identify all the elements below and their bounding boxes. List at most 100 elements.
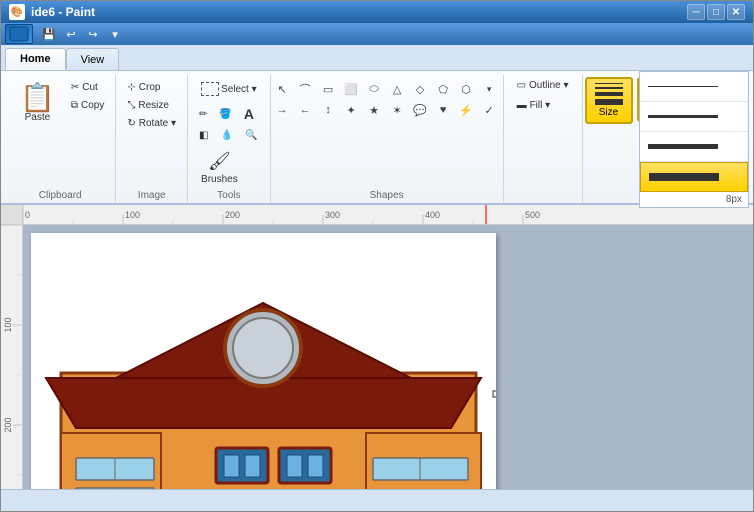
shape-star6[interactable]: ✶ xyxy=(387,100,407,120)
size-group: Size xyxy=(583,75,635,203)
tools-row: ✏ 🪣 A xyxy=(194,103,259,125)
resize-icon: ⤡ xyxy=(127,100,135,111)
size-line-5px xyxy=(648,144,718,149)
shape-round-rect[interactable]: ⬜ xyxy=(341,79,361,99)
tab-view[interactable]: View xyxy=(66,48,120,70)
tab-bar: Home View xyxy=(1,45,753,71)
shape-callout[interactable]: 💬 xyxy=(410,100,430,120)
clipboard-stack: ✂ Cut ⧉ Copy xyxy=(66,77,110,114)
eraser-button[interactable]: ◧ xyxy=(194,127,213,144)
title-text: ide6 - Paint xyxy=(31,5,95,19)
cut-icon: ✂ xyxy=(71,82,79,93)
save-button[interactable]: 💾 xyxy=(39,25,59,43)
drawing-svg xyxy=(31,233,496,489)
shape-star4[interactable]: ✦ xyxy=(341,100,361,120)
magnify-button[interactable]: 🔍 xyxy=(240,127,262,144)
shape-heart[interactable]: ♥ xyxy=(433,100,453,120)
shape-4arrow[interactable]: ↕ xyxy=(318,100,338,120)
shape-arrow-l[interactable]: ← xyxy=(295,100,315,120)
maximize-button[interactable]: □ xyxy=(707,4,725,20)
outlinefill-content: ▭ Outline ▾ ▬ Fill ▾ xyxy=(510,77,576,201)
paint-logo xyxy=(5,24,33,44)
size-line-8px xyxy=(649,173,719,181)
size-line-1px xyxy=(648,86,718,87)
shapes-label: Shapes xyxy=(370,190,404,203)
svg-text:100: 100 xyxy=(125,210,140,220)
close-button[interactable]: ✕ xyxy=(727,4,745,20)
undo-button[interactable]: ↩ xyxy=(61,25,81,43)
size-option-3px[interactable] xyxy=(640,102,748,132)
rotate-label: Rotate ▾ xyxy=(139,118,176,129)
select-icon xyxy=(201,82,219,96)
shape-diamond[interactable]: ◇ xyxy=(410,79,430,99)
outline-label: Outline ▾ xyxy=(529,80,568,91)
size-lines xyxy=(595,83,623,105)
tools-row2: ◧ 💧 🔍 xyxy=(194,127,262,144)
crop-icon: ⊹ xyxy=(127,82,135,93)
copy-button[interactable]: ⧉ Copy xyxy=(66,97,110,114)
fill-icon: ▬ xyxy=(517,100,527,111)
app-icon: 🎨 xyxy=(9,4,25,20)
shape-hexagon[interactable]: ⬡ xyxy=(456,79,476,99)
color-picker-button[interactable]: 💧 xyxy=(215,127,237,144)
shapes-content: ↖ ⌒ ▭ ⬜ ⬭ △ ◇ ⬠ ⬡ ▾ → ← ↕ ✦ ★ ✶ 💬 xyxy=(270,77,503,190)
redo-button[interactable]: ↪ xyxy=(83,25,103,43)
shape-check[interactable]: ✓ xyxy=(479,100,499,120)
select-button[interactable]: Select ▾ xyxy=(194,77,264,101)
title-controls: ─ □ ✕ xyxy=(687,4,745,20)
ribbon-group-tools: Select ▾ ✏ 🪣 A ◧ 💧 🔍 🖌 Brushes Tools xyxy=(188,75,271,203)
brushes-button[interactable]: 🖌 Brushes xyxy=(194,146,245,190)
crop-label: Crop xyxy=(139,82,161,93)
shape-arrow-r[interactable]: → xyxy=(272,100,292,120)
shape-star5[interactable]: ★ xyxy=(364,100,384,120)
pencil-button[interactable]: ✏ xyxy=(194,103,212,125)
rotate-icon: ↻ xyxy=(127,118,135,129)
fill-button[interactable]: ▬ Fill ▾ xyxy=(510,97,558,114)
image-content: ⊹ Crop ⤡ Resize ↻ Rotate ▾ xyxy=(122,77,181,190)
size-tooltip: 8px xyxy=(640,192,748,207)
rotate-button[interactable]: ↻ Rotate ▾ xyxy=(122,115,181,132)
shape-triangle[interactable]: △ xyxy=(387,79,407,99)
crop-button[interactable]: ⊹ Crop xyxy=(122,79,181,96)
brushes-icon: 🖌 xyxy=(208,151,231,172)
size-line-4 xyxy=(595,99,623,105)
paste-button[interactable]: 📋 Paste xyxy=(11,77,64,130)
shape-rect[interactable]: ▭ xyxy=(318,79,338,99)
resize-button[interactable]: ⤡ Resize xyxy=(122,97,181,114)
text-button[interactable]: A xyxy=(239,103,259,125)
ribbon: 📋 Paste ✂ Cut ⧉ Copy Clipboard xyxy=(1,71,753,205)
shape-curve[interactable]: ⌒ xyxy=(295,79,315,99)
size-line-1 xyxy=(595,83,623,84)
cut-button[interactable]: ✂ Cut xyxy=(66,79,110,96)
fill-label: Fill ▾ xyxy=(530,100,551,111)
shape-lightning[interactable]: ⚡ xyxy=(456,100,476,120)
size-option-8px[interactable] xyxy=(640,162,748,192)
shape-pentagon[interactable]: ⬠ xyxy=(433,79,453,99)
image-label: Image xyxy=(138,190,166,203)
paste-label: Paste xyxy=(25,112,51,123)
fill-tool-button[interactable]: 🪣 xyxy=(214,103,236,125)
copy-icon: ⧉ xyxy=(71,100,78,111)
shape-arrow-nw[interactable]: ↖ xyxy=(272,79,292,99)
qa-dropdown[interactable]: ▾ xyxy=(105,25,125,43)
app-window: 🎨 ide6 - Paint ─ □ ✕ 💾 ↩ ↪ ▾ Home View xyxy=(0,0,754,512)
ribbon-group-clipboard: 📋 Paste ✂ Cut ⧉ Copy Clipboard xyxy=(5,75,116,203)
size-option-1px[interactable] xyxy=(640,72,748,102)
tab-home[interactable]: Home xyxy=(5,48,66,70)
size-option-5px[interactable] xyxy=(640,132,748,162)
svg-text:400: 400 xyxy=(425,210,440,220)
shapes-grid: ↖ ⌒ ▭ ⬜ ⬭ △ ◇ ⬠ ⬡ ▾ → ← ↕ ✦ ★ ✶ 💬 xyxy=(270,77,503,122)
shape-ellipse[interactable]: ⬭ xyxy=(364,79,384,99)
minimize-button[interactable]: ─ xyxy=(687,4,705,20)
ribbon-group-outlinefill: ▭ Outline ▾ ▬ Fill ▾ xyxy=(504,75,583,203)
svg-text:300: 300 xyxy=(325,210,340,220)
size-button[interactable]: Size xyxy=(585,77,633,124)
shape-more[interactable]: ▾ xyxy=(479,79,499,99)
clipboard-content: 📋 Paste ✂ Cut ⧉ Copy xyxy=(11,77,109,190)
paint-canvas[interactable] xyxy=(31,233,496,489)
outline-button[interactable]: ▭ Outline ▾ xyxy=(510,77,576,94)
brushes-label: Brushes xyxy=(201,174,238,185)
ribbon-group-image: ⊹ Crop ⤡ Resize ↻ Rotate ▾ Image xyxy=(116,75,188,203)
tools-content: Select ▾ ✏ 🪣 A ◧ 💧 🔍 🖌 Brushes xyxy=(194,77,264,190)
canvas-container[interactable] xyxy=(23,225,753,489)
